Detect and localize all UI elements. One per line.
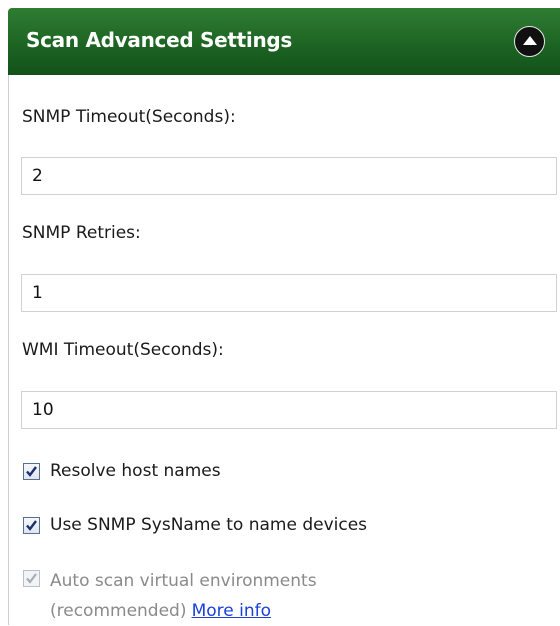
panel-title: Scan Advanced Settings [26,28,293,52]
snmp-timeout-label: SNMP Timeout(Seconds): [22,107,236,127]
use-sysname-option[interactable]: Use SNMP SysName to name devices [23,515,367,535]
resolve-host-names-checkbox[interactable] [23,462,40,480]
auto-scan-virtual-label-line2: (recommended) [50,601,187,621]
resolve-host-names-label: Resolve host names [50,461,221,481]
more-info-link[interactable]: More info [192,601,271,621]
auto-scan-virtual-option: Auto scan virtual environments (recommen… [23,567,317,626]
auto-scan-virtual-checkbox [23,570,40,587]
resolve-host-names-option[interactable]: Resolve host names [23,461,221,481]
use-sysname-checkbox[interactable] [23,516,40,534]
panel-body: SNMP Timeout(Seconds): SNMP Retries: WMI… [8,75,560,625]
checkmark-icon [26,573,37,584]
collapse-button[interactable] [514,26,545,57]
panel-header: Scan Advanced Settings [8,8,560,75]
auto-scan-virtual-label: Auto scan virtual environments [50,571,317,591]
use-sysname-label: Use SNMP SysName to name devices [50,515,368,535]
checkmark-icon [26,519,37,531]
chevron-up-icon [523,36,537,45]
snmp-timeout-input[interactable] [21,157,557,195]
snmp-retries-label: SNMP Retries: [22,223,141,243]
wmi-timeout-input[interactable] [21,391,557,429]
scan-advanced-settings-panel: Scan Advanced Settings SNMP Timeout(Seco… [8,8,560,625]
checkmark-icon [26,465,37,477]
snmp-retries-input[interactable] [21,274,557,312]
wmi-timeout-label: WMI Timeout(Seconds): [22,340,224,360]
